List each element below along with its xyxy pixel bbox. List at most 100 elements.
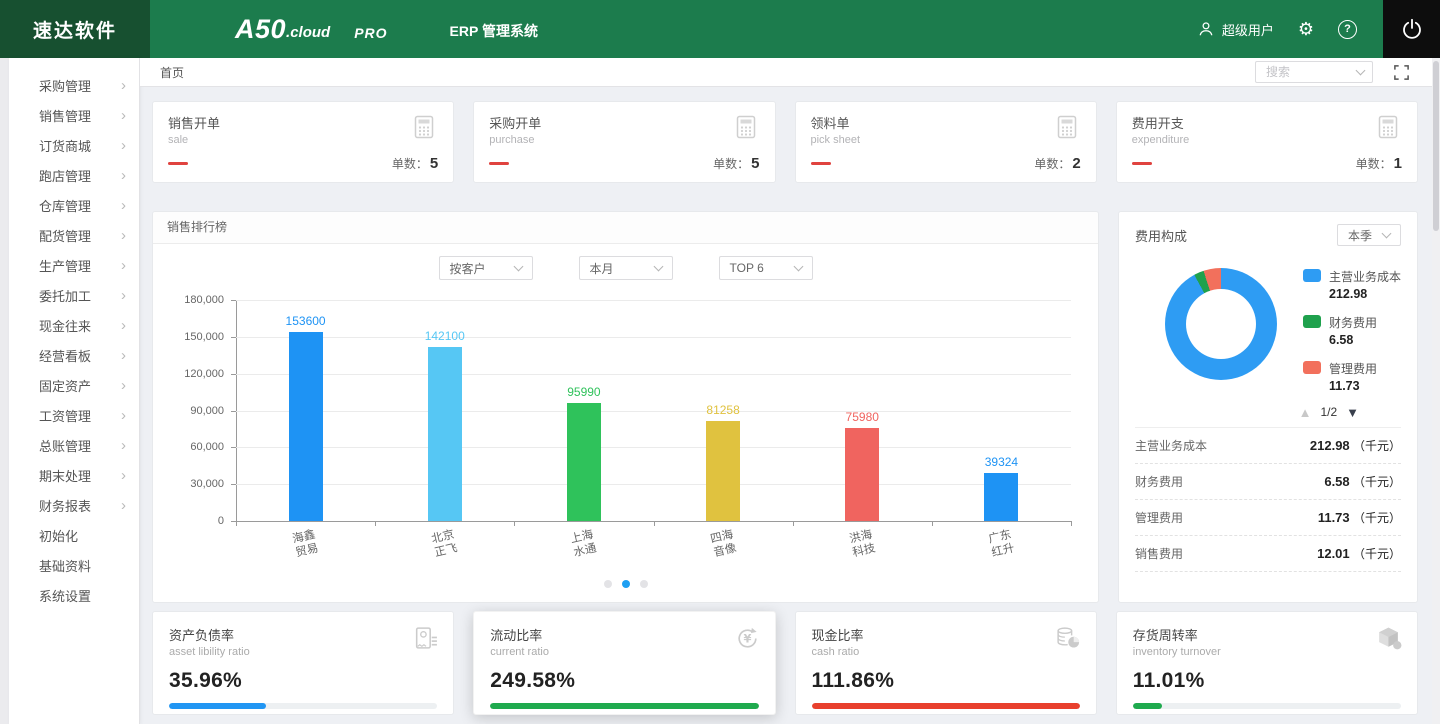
x-axis-tick <box>514 521 515 526</box>
gear-icon[interactable]: ⚙ <box>1298 20 1314 38</box>
x-axis-tick <box>236 521 237 526</box>
kpi-card: 流动比率current ratio¥249.58% <box>473 611 775 715</box>
x-axis-category-label: 洪海科技 <box>791 515 933 574</box>
main-layout: 采购管理›销售管理›订货商城›跑店管理›仓库管理›配货管理›生产管理›委托加工›… <box>0 58 1440 724</box>
carousel-dot[interactable] <box>604 580 612 588</box>
x-axis-tick <box>375 521 376 526</box>
sidebar-scrollbar[interactable] <box>0 58 9 724</box>
bar-slot: 81258四海音像 <box>654 300 793 521</box>
sidebar-item[interactable]: 基础资料 <box>9 550 139 580</box>
progress-fill <box>169 703 266 709</box>
user-menu[interactable]: 超级用户 <box>1197 20 1274 39</box>
tab-bar-right <box>1255 61 1410 83</box>
chevron-down-icon <box>1356 66 1366 76</box>
sidebar-item[interactable]: 订货商城› <box>9 130 139 160</box>
sidebar-item[interactable]: 仓库管理› <box>9 190 139 220</box>
search-select[interactable] <box>1255 61 1373 83</box>
bar[interactable] <box>706 421 740 521</box>
tab-bar: 首页 <box>140 58 1440 87</box>
progress-bar <box>490 703 758 709</box>
progress-fill <box>1133 703 1163 709</box>
sidebar-item[interactable]: 销售管理› <box>9 100 139 130</box>
legend-color-swatch <box>1303 269 1321 282</box>
legend-color-swatch <box>1303 315 1321 328</box>
period-select[interactable]: 本季 <box>1337 224 1401 246</box>
help-icon[interactable]: ? <box>1338 20 1357 39</box>
stat-card[interactable]: 销售开单sale单数：5 <box>152 101 454 183</box>
expense-row-value: 212.98 （千元） <box>1310 437 1401 454</box>
bar[interactable] <box>845 428 879 521</box>
sidebar-item[interactable]: 经营看板› <box>9 340 139 370</box>
product-edition: PRO <box>354 25 387 41</box>
expense-row-label: 管理费用 <box>1135 509 1183 526</box>
tab-home[interactable]: 首页 <box>160 64 184 81</box>
power-icon <box>1400 17 1424 41</box>
app-header: 速达软件 A50.cloud PRO ERP 管理系统 超级用户 ⚙ ? <box>0 0 1440 58</box>
fullscreen-button[interactable] <box>1393 64 1410 81</box>
sidebar-item[interactable]: 工资管理› <box>9 400 139 430</box>
sidebar-item-label: 跑店管理 <box>39 166 121 185</box>
count-value: 1 <box>1394 155 1402 172</box>
chevron-right-icon: › <box>121 258 126 273</box>
bar-chart-plot: 180,000150,000120,00090,00060,00030,0000… <box>236 300 1071 521</box>
page-up-icon[interactable]: ▲ <box>1299 406 1312 419</box>
bar[interactable] <box>428 347 462 521</box>
expense-panel-header: 费用构成 本季 <box>1135 224 1401 246</box>
sidebar-item[interactable]: 现金往来› <box>9 310 139 340</box>
legend-item: 主营业务成本212.98 <box>1303 268 1399 301</box>
count-value: 5 <box>751 155 759 172</box>
legend-pager: ▲ 1/2 ▼ <box>1135 405 1359 419</box>
sidebar-item[interactable]: 财务报表› <box>9 490 139 520</box>
sidebar-item[interactable]: 系统设置 <box>9 580 139 610</box>
sidebar-item[interactable]: 委托加工› <box>9 280 139 310</box>
stat-card[interactable]: 费用开支expenditure单数：1 <box>1116 101 1418 183</box>
x-axis-category-label: 四海音像 <box>652 515 794 574</box>
chevron-right-icon: › <box>121 408 126 423</box>
y-axis-tick-label: 60,000 <box>190 441 224 453</box>
kpi-title: 流动比率 <box>490 625 758 644</box>
bar[interactable] <box>289 332 323 521</box>
sidebar-item[interactable]: 固定资产› <box>9 370 139 400</box>
filter-select-value: 本月 <box>590 260 614 277</box>
y-axis-tick-label: 120,000 <box>184 368 224 380</box>
bar-value-label: 75980 <box>793 410 932 424</box>
calculator-icon <box>1053 113 1081 141</box>
main-area: 首页 销售开单sale单数：5采购开单purchase单数：5领料单pick s… <box>140 58 1440 724</box>
sidebar-item-label: 初始化 <box>39 526 126 545</box>
bar[interactable] <box>984 473 1018 521</box>
stat-card[interactable]: 领料单pick sheet单数：2 <box>795 101 1097 183</box>
sidebar-item[interactable]: 采购管理› <box>9 70 139 100</box>
count-value: 5 <box>430 155 438 172</box>
bar-slot: 142100北京正飞 <box>375 300 514 521</box>
carousel-dot[interactable] <box>622 580 630 588</box>
progress-fill <box>490 703 758 709</box>
filter-select[interactable]: 按客户 <box>439 256 533 280</box>
sidebar-item[interactable]: 生产管理› <box>9 250 139 280</box>
logout-button[interactable] <box>1383 0 1440 58</box>
kpi-subtitle: current ratio <box>490 646 758 658</box>
kpi-title: 资产负债率 <box>169 625 437 644</box>
page-down-icon[interactable]: ▼ <box>1346 406 1359 419</box>
filter-select[interactable]: TOP 6 <box>719 256 813 280</box>
x-axis-tick <box>654 521 655 526</box>
filter-select[interactable]: 本月 <box>579 256 673 280</box>
sidebar-item[interactable]: 总账管理› <box>9 430 139 460</box>
stat-card[interactable]: 采购开单purchase单数：5 <box>473 101 775 183</box>
sidebar-item[interactable]: 跑店管理› <box>9 160 139 190</box>
chevron-right-icon: › <box>121 108 126 123</box>
bar[interactable] <box>567 403 601 521</box>
legend-value: 212.98 <box>1329 287 1401 301</box>
search-input[interactable] <box>1264 64 1354 80</box>
page-indicator: 1/2 <box>1320 405 1337 419</box>
stat-card-subtitle: sale <box>168 134 220 146</box>
username: 超级用户 <box>1222 20 1274 39</box>
carousel-dot[interactable] <box>640 580 648 588</box>
legend-color-swatch <box>1303 361 1321 374</box>
sidebar-item[interactable]: 配货管理› <box>9 220 139 250</box>
kpi-card: 现金比率cash ratio111.86% <box>795 611 1097 715</box>
sidebar-item[interactable]: 期末处理› <box>9 460 139 490</box>
scrollbar-thumb[interactable] <box>1433 61 1439 231</box>
chevron-down-icon <box>1382 229 1392 239</box>
sidebar-item[interactable]: 初始化 <box>9 520 139 550</box>
page-scrollbar[interactable] <box>1432 58 1440 724</box>
